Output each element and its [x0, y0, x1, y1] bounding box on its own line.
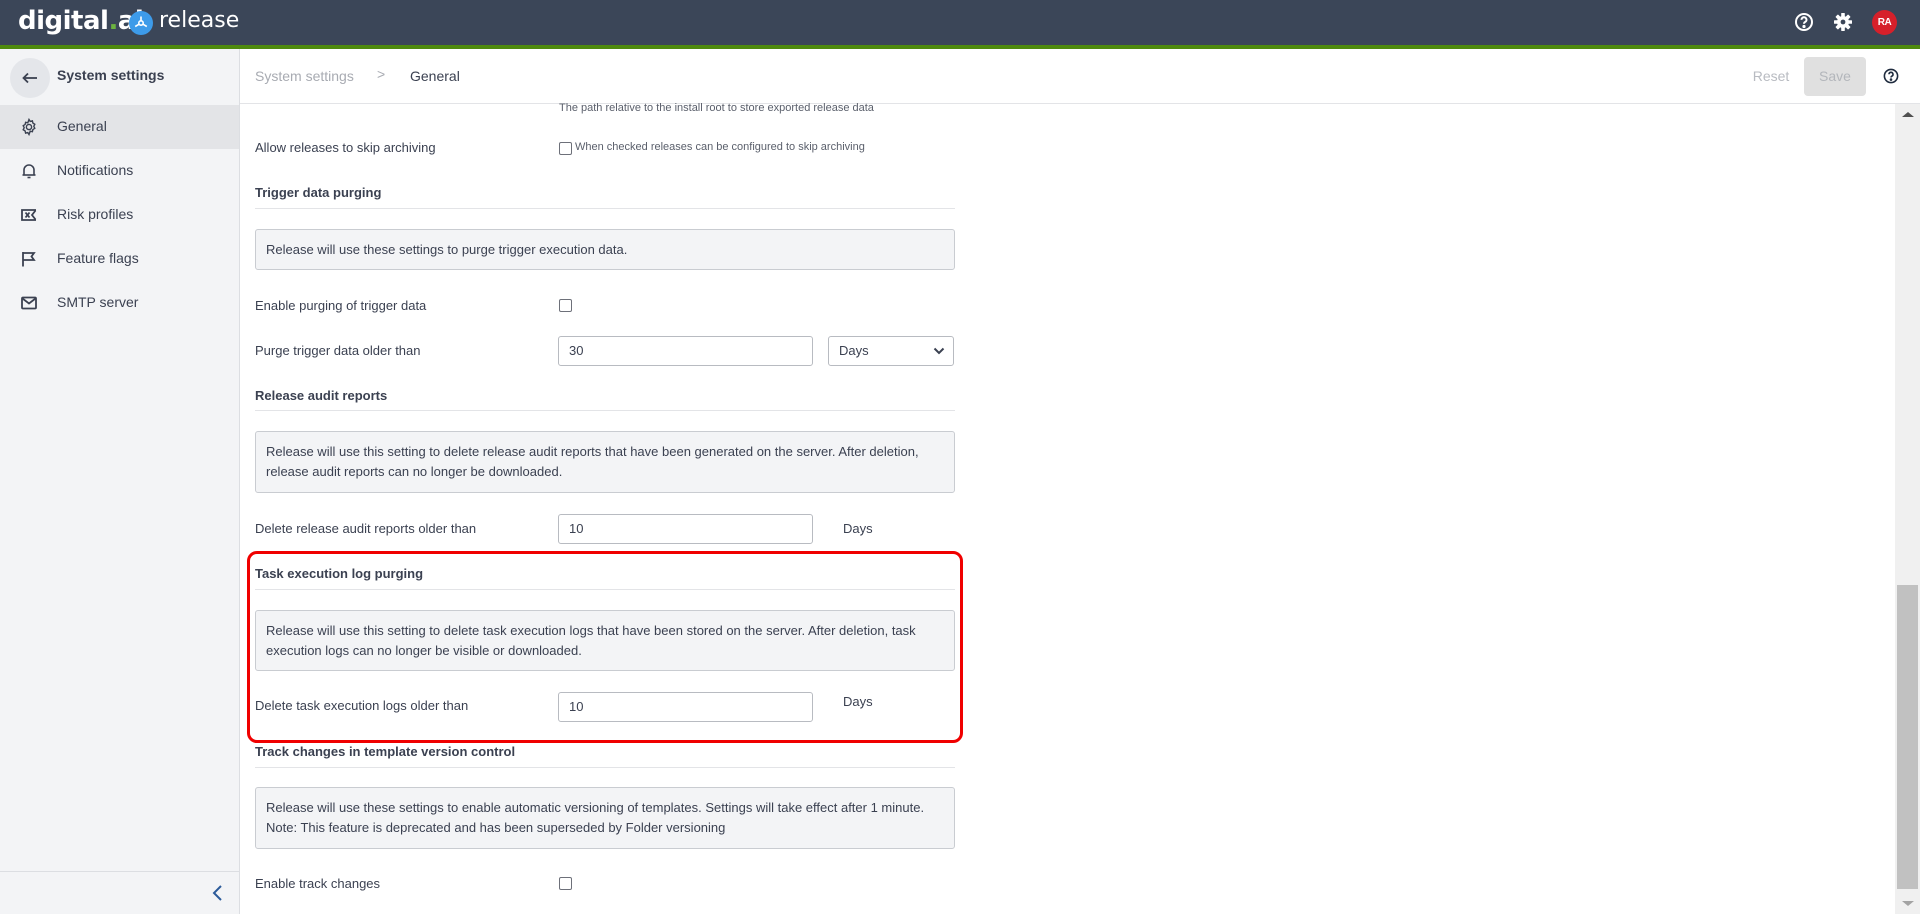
user-avatar[interactable]: RA: [1872, 10, 1897, 35]
audit-reports-info: Release will use this setting to delete …: [255, 431, 955, 493]
sidebar-item-label: Notifications: [57, 162, 134, 178]
help-icon[interactable]: [1883, 68, 1899, 84]
sidebar-item-label: SMTP server: [57, 294, 139, 310]
sidebar-footer: [0, 871, 239, 914]
skip-archiving-checkbox[interactable]: [559, 142, 572, 155]
track-changes-info-line-1: Release will use these settings to enabl…: [266, 800, 925, 815]
breadcrumb-separator: >: [377, 66, 386, 82]
skip-archiving-label: Allow releases to skip archiving: [255, 140, 436, 155]
delete-task-logs-older-label: Delete task execution logs older than: [255, 698, 469, 713]
gear-icon: [20, 117, 38, 137]
breadcrumb-system-settings[interactable]: System settings: [255, 68, 354, 84]
section-heading-audit-reports: Release audit reports: [255, 388, 388, 403]
skip-archiving-hint: When checked releases can be configured …: [575, 141, 865, 153]
sidebar-item-feature-flags[interactable]: Feature flags: [0, 237, 239, 281]
collapse-sidebar-button[interactable]: [210, 884, 226, 902]
section-divider: [255, 208, 955, 209]
delete-audit-older-input[interactable]: 10: [558, 514, 813, 544]
digital-ai-logo[interactable]: digital.ai: [18, 6, 144, 36]
sidebar-item-risk-profiles[interactable]: Risk profiles: [0, 193, 239, 237]
flag-icon: [20, 250, 38, 268]
export-path-hint: The path relative to the install root to…: [559, 102, 874, 114]
sidebar-title: System settings: [57, 67, 165, 83]
sidebar-item-general[interactable]: General: [0, 105, 239, 149]
settings-sidebar: System settings General Notifications Ri…: [0, 49, 240, 914]
sidebar-item-smtp-server[interactable]: SMTP server: [0, 281, 239, 325]
delete-task-logs-older-input[interactable]: 10: [558, 692, 813, 722]
trigger-purging-info: Release will use these settings to purge…: [255, 229, 955, 270]
sidebar-item-label: General: [57, 118, 107, 134]
enable-track-changes-checkbox[interactable]: [559, 877, 572, 890]
purge-trigger-unit-value: Days: [839, 343, 869, 358]
track-changes-info-line-2: Note: This feature is deprecated and has…: [266, 820, 726, 835]
chevron-down-icon: [933, 347, 945, 355]
sidebar-item-label: Risk profiles: [57, 206, 134, 222]
sidebar-item-label: Feature flags: [57, 250, 139, 266]
content-scrollbar[interactable]: [1895, 104, 1920, 914]
scrollbar-thumb[interactable]: [1897, 585, 1918, 889]
section-divider: [255, 589, 955, 590]
track-changes-info: Release will use these settings to enabl…: [255, 787, 955, 849]
section-heading-task-log-purging: Task execution log purging: [255, 566, 424, 581]
sidebar-item-notifications[interactable]: Notifications: [0, 149, 239, 193]
section-divider: [255, 410, 955, 411]
scroll-down-arrow-icon[interactable]: [1902, 901, 1914, 906]
product-name: release: [159, 8, 240, 33]
chevron-left-icon: [212, 885, 222, 901]
task-log-purging-info: Release will use this setting to delete …: [255, 610, 955, 671]
arrow-left-icon: [22, 72, 37, 84]
enable-track-changes-label: Enable track changes: [255, 876, 381, 891]
breadcrumb-general: General: [410, 68, 460, 84]
top-navigation-bar: digital.ai release: [0, 0, 1920, 45]
save-button[interactable]: Save: [1804, 57, 1866, 96]
enable-trigger-purging-label: Enable purging of trigger data: [255, 298, 427, 313]
section-divider: [255, 767, 955, 768]
purge-trigger-older-input[interactable]: 30: [558, 336, 813, 366]
gear-icon[interactable]: [1833, 12, 1853, 32]
help-icon[interactable]: [1794, 12, 1814, 32]
release-logo-icon: [129, 11, 153, 35]
section-heading-trigger-purging: Trigger data purging: [255, 185, 382, 200]
reset-button[interactable]: Reset: [1740, 57, 1802, 96]
purge-trigger-older-label: Purge trigger data older than: [255, 343, 421, 358]
delete-audit-older-label: Delete release audit reports older than: [255, 521, 477, 536]
back-button[interactable]: [10, 58, 50, 98]
risk-icon: [20, 206, 38, 224]
enable-trigger-purging-checkbox[interactable]: [559, 299, 572, 312]
bell-icon: [20, 162, 38, 180]
section-heading-track-changes: Track changes in template version contro…: [255, 744, 516, 759]
purge-trigger-unit-select[interactable]: Days: [828, 336, 954, 366]
breadcrumb-bar: System settings > General Reset Save: [240, 49, 1920, 104]
scroll-up-arrow-icon[interactable]: [1902, 112, 1914, 117]
delete-audit-unit: Days: [843, 521, 873, 536]
envelope-icon: [20, 294, 38, 312]
delete-task-logs-unit: Days: [843, 694, 873, 709]
